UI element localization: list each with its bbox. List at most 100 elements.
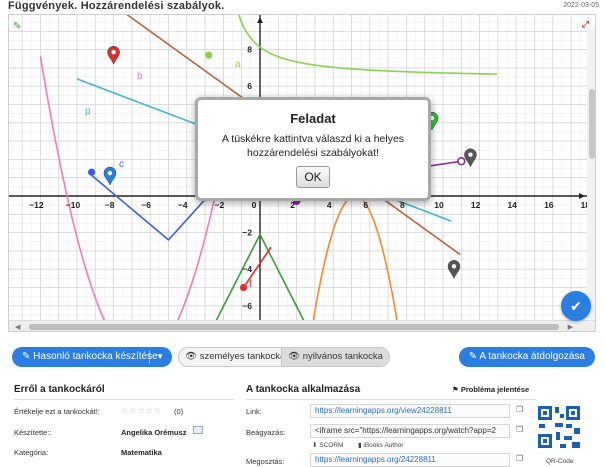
task-dialog: Feladat A tüskékre kattintva válaszd ki … bbox=[195, 97, 431, 201]
divider bbox=[14, 399, 234, 400]
ibooks-label: iBooks Author bbox=[363, 442, 404, 449]
app-frame: 14−12−10−8−6−4−2024681012141618 8642−2−4… bbox=[8, 14, 596, 332]
rework-app-label: A tankocka átdolgozása bbox=[479, 351, 585, 362]
button-divider bbox=[149, 350, 150, 364]
author-value[interactable]: Angelika Orémusz bbox=[121, 428, 186, 437]
rating-count: (0) bbox=[174, 407, 184, 416]
curve-label-f: f bbox=[249, 279, 252, 290]
help-icon[interactable]: ✎ bbox=[13, 21, 25, 33]
chevron-down-icon[interactable]: ▼ bbox=[156, 347, 164, 367]
y-tick-label: −4 bbox=[242, 264, 252, 274]
rating-stars[interactable]: ☆☆☆☆☆ bbox=[121, 406, 162, 415]
horizontal-scrollbar[interactable]: ◀ ▶ bbox=[9, 320, 595, 331]
header-bar: Függvények. Hozzárendelési szabályok. 20… bbox=[0, 0, 605, 14]
pencil-icon: ✎ bbox=[468, 351, 480, 362]
copy-icon[interactable]: ❐ bbox=[516, 454, 523, 463]
pin-shape bbox=[107, 45, 120, 65]
x-tick-label: 14 bbox=[507, 200, 517, 210]
usage-title: A tankocka alkalmazása bbox=[246, 384, 361, 395]
pin-dot bbox=[107, 170, 113, 176]
curve-label-b: b bbox=[137, 71, 143, 82]
dialog-text-line2: hozzárendelési szabályokat! bbox=[247, 147, 379, 159]
pencil-icon: ✎ bbox=[22, 351, 34, 362]
pin-gray-icon[interactable] bbox=[464, 148, 477, 168]
point-f bbox=[239, 283, 248, 292]
qr-code-label: QR-Code bbox=[546, 458, 574, 465]
personal-app-label: személyes tankocka bbox=[199, 351, 286, 362]
vertical-scrollbar[interactable] bbox=[587, 29, 595, 319]
scroll-left-icon[interactable]: ◀ bbox=[15, 323, 20, 331]
public-app-label: nyilvános tankocka bbox=[302, 351, 383, 362]
x-tick-label: 12 bbox=[471, 200, 481, 210]
point-a bbox=[205, 51, 213, 59]
x-tick-label: 4 bbox=[327, 200, 332, 210]
x-tick-label: −2 bbox=[215, 200, 225, 210]
similar-app-button[interactable]: ✎ Hasonló tankocka készítése ▼ bbox=[12, 347, 172, 367]
report-problem-link[interactable]: ⚑ Probléma jelentése bbox=[452, 385, 529, 394]
visibility-toggle[interactable]: 👁 személyes tankocka 👁 nyilvános tankock… bbox=[178, 347, 390, 367]
ok-button[interactable]: OK bbox=[296, 166, 330, 188]
copy-icon[interactable]: ❐ bbox=[516, 425, 523, 434]
x-tick-label: 2 bbox=[290, 200, 295, 210]
horizontal-scroll-thumb[interactable] bbox=[29, 324, 559, 330]
pin-dot bbox=[468, 152, 473, 157]
y-tick-label: −2 bbox=[242, 228, 252, 238]
embed-label: Beágyazás: bbox=[246, 428, 286, 437]
x-tick-label: −4 bbox=[178, 200, 188, 210]
curve-label-p: p bbox=[85, 106, 91, 117]
pin-red-icon[interactable] bbox=[107, 45, 120, 65]
checkmark-icon: ✔ bbox=[570, 298, 582, 314]
scroll-right-icon[interactable]: ▶ bbox=[568, 323, 573, 331]
curve-label-a: a bbox=[235, 59, 241, 70]
pin-shape bbox=[103, 166, 117, 186]
x-tick-label: −8 bbox=[105, 200, 115, 210]
scorm-link[interactable]: ⬇ SCORM bbox=[312, 441, 343, 449]
category-label: Kategória: bbox=[14, 448, 49, 457]
x-tick-label: 10 bbox=[434, 200, 444, 210]
scorm-label: SCORM bbox=[319, 442, 344, 449]
x-tick-label: −6 bbox=[141, 200, 151, 210]
pin-gray-icon[interactable] bbox=[447, 260, 461, 280]
similar-app-label: Hasonló tankocka készítése bbox=[33, 351, 158, 362]
pin-shape bbox=[464, 148, 477, 168]
link-label: Link: bbox=[246, 407, 262, 416]
divider bbox=[246, 399, 536, 400]
embed-field[interactable]: <iframe src="https://learningapps.org/wa… bbox=[310, 424, 510, 438]
y-tick-label: −6 bbox=[242, 301, 252, 311]
pin-dot bbox=[451, 264, 457, 269]
mail-icon[interactable] bbox=[193, 426, 203, 434]
dialog-text: A tüskékre kattintva válaszd ki a helyes… bbox=[198, 132, 428, 160]
y-tick-label: 8 bbox=[247, 45, 252, 55]
qr-code[interactable] bbox=[536, 404, 582, 450]
rate-label: Értékelje ezt a tankockát!: bbox=[14, 407, 100, 416]
ibooks-link[interactable]: ▮ iBooks Author bbox=[358, 441, 404, 449]
check-solution-button[interactable]: ✔ bbox=[561, 291, 591, 321]
curve-a bbox=[238, 15, 497, 75]
category-value[interactable]: Matematika bbox=[121, 448, 162, 457]
author-label: Készítette:: bbox=[14, 428, 52, 437]
pin-blue-icon[interactable] bbox=[103, 166, 117, 186]
about-title: Erről a tankockáról bbox=[14, 384, 105, 395]
x-tick-label: 8 bbox=[400, 200, 405, 210]
pin-dot bbox=[111, 50, 116, 55]
share-field[interactable]: https://learningapps.org/24228811 bbox=[310, 453, 510, 467]
x-tick-label: 6 bbox=[363, 200, 368, 210]
x-axis-arrow bbox=[579, 193, 585, 199]
curve-label-c: c bbox=[119, 159, 124, 170]
rework-app-button[interactable]: ✎ A tankocka átdolgozása bbox=[458, 347, 595, 367]
flag-icon: ⚑ bbox=[452, 385, 461, 394]
public-app-option[interactable]: 👁 nyilvános tankocka bbox=[281, 348, 389, 366]
x-tick-label: −10 bbox=[66, 200, 81, 210]
date-label: 2022-03-05 bbox=[563, 2, 599, 9]
copy-icon[interactable]: ❐ bbox=[516, 405, 523, 414]
share-label: Megosztás: bbox=[246, 457, 285, 466]
dialog-text-line1: A tüskékre kattintva válaszd ki a helyes bbox=[221, 133, 405, 145]
x-tick-label: 0 bbox=[252, 200, 257, 210]
page-title: Függvények. Hozzárendelési szabályok. bbox=[8, 0, 225, 12]
x-tick-label: 16 bbox=[544, 200, 554, 210]
personal-app-option[interactable]: 👁 személyes tankocka bbox=[179, 348, 285, 366]
point-purple-open bbox=[457, 157, 466, 166]
vertical-scroll-thumb[interactable] bbox=[589, 89, 595, 159]
y-tick-label: 6 bbox=[247, 81, 252, 91]
link-field[interactable]: https://learningapps.org/view24228811 bbox=[310, 404, 510, 418]
